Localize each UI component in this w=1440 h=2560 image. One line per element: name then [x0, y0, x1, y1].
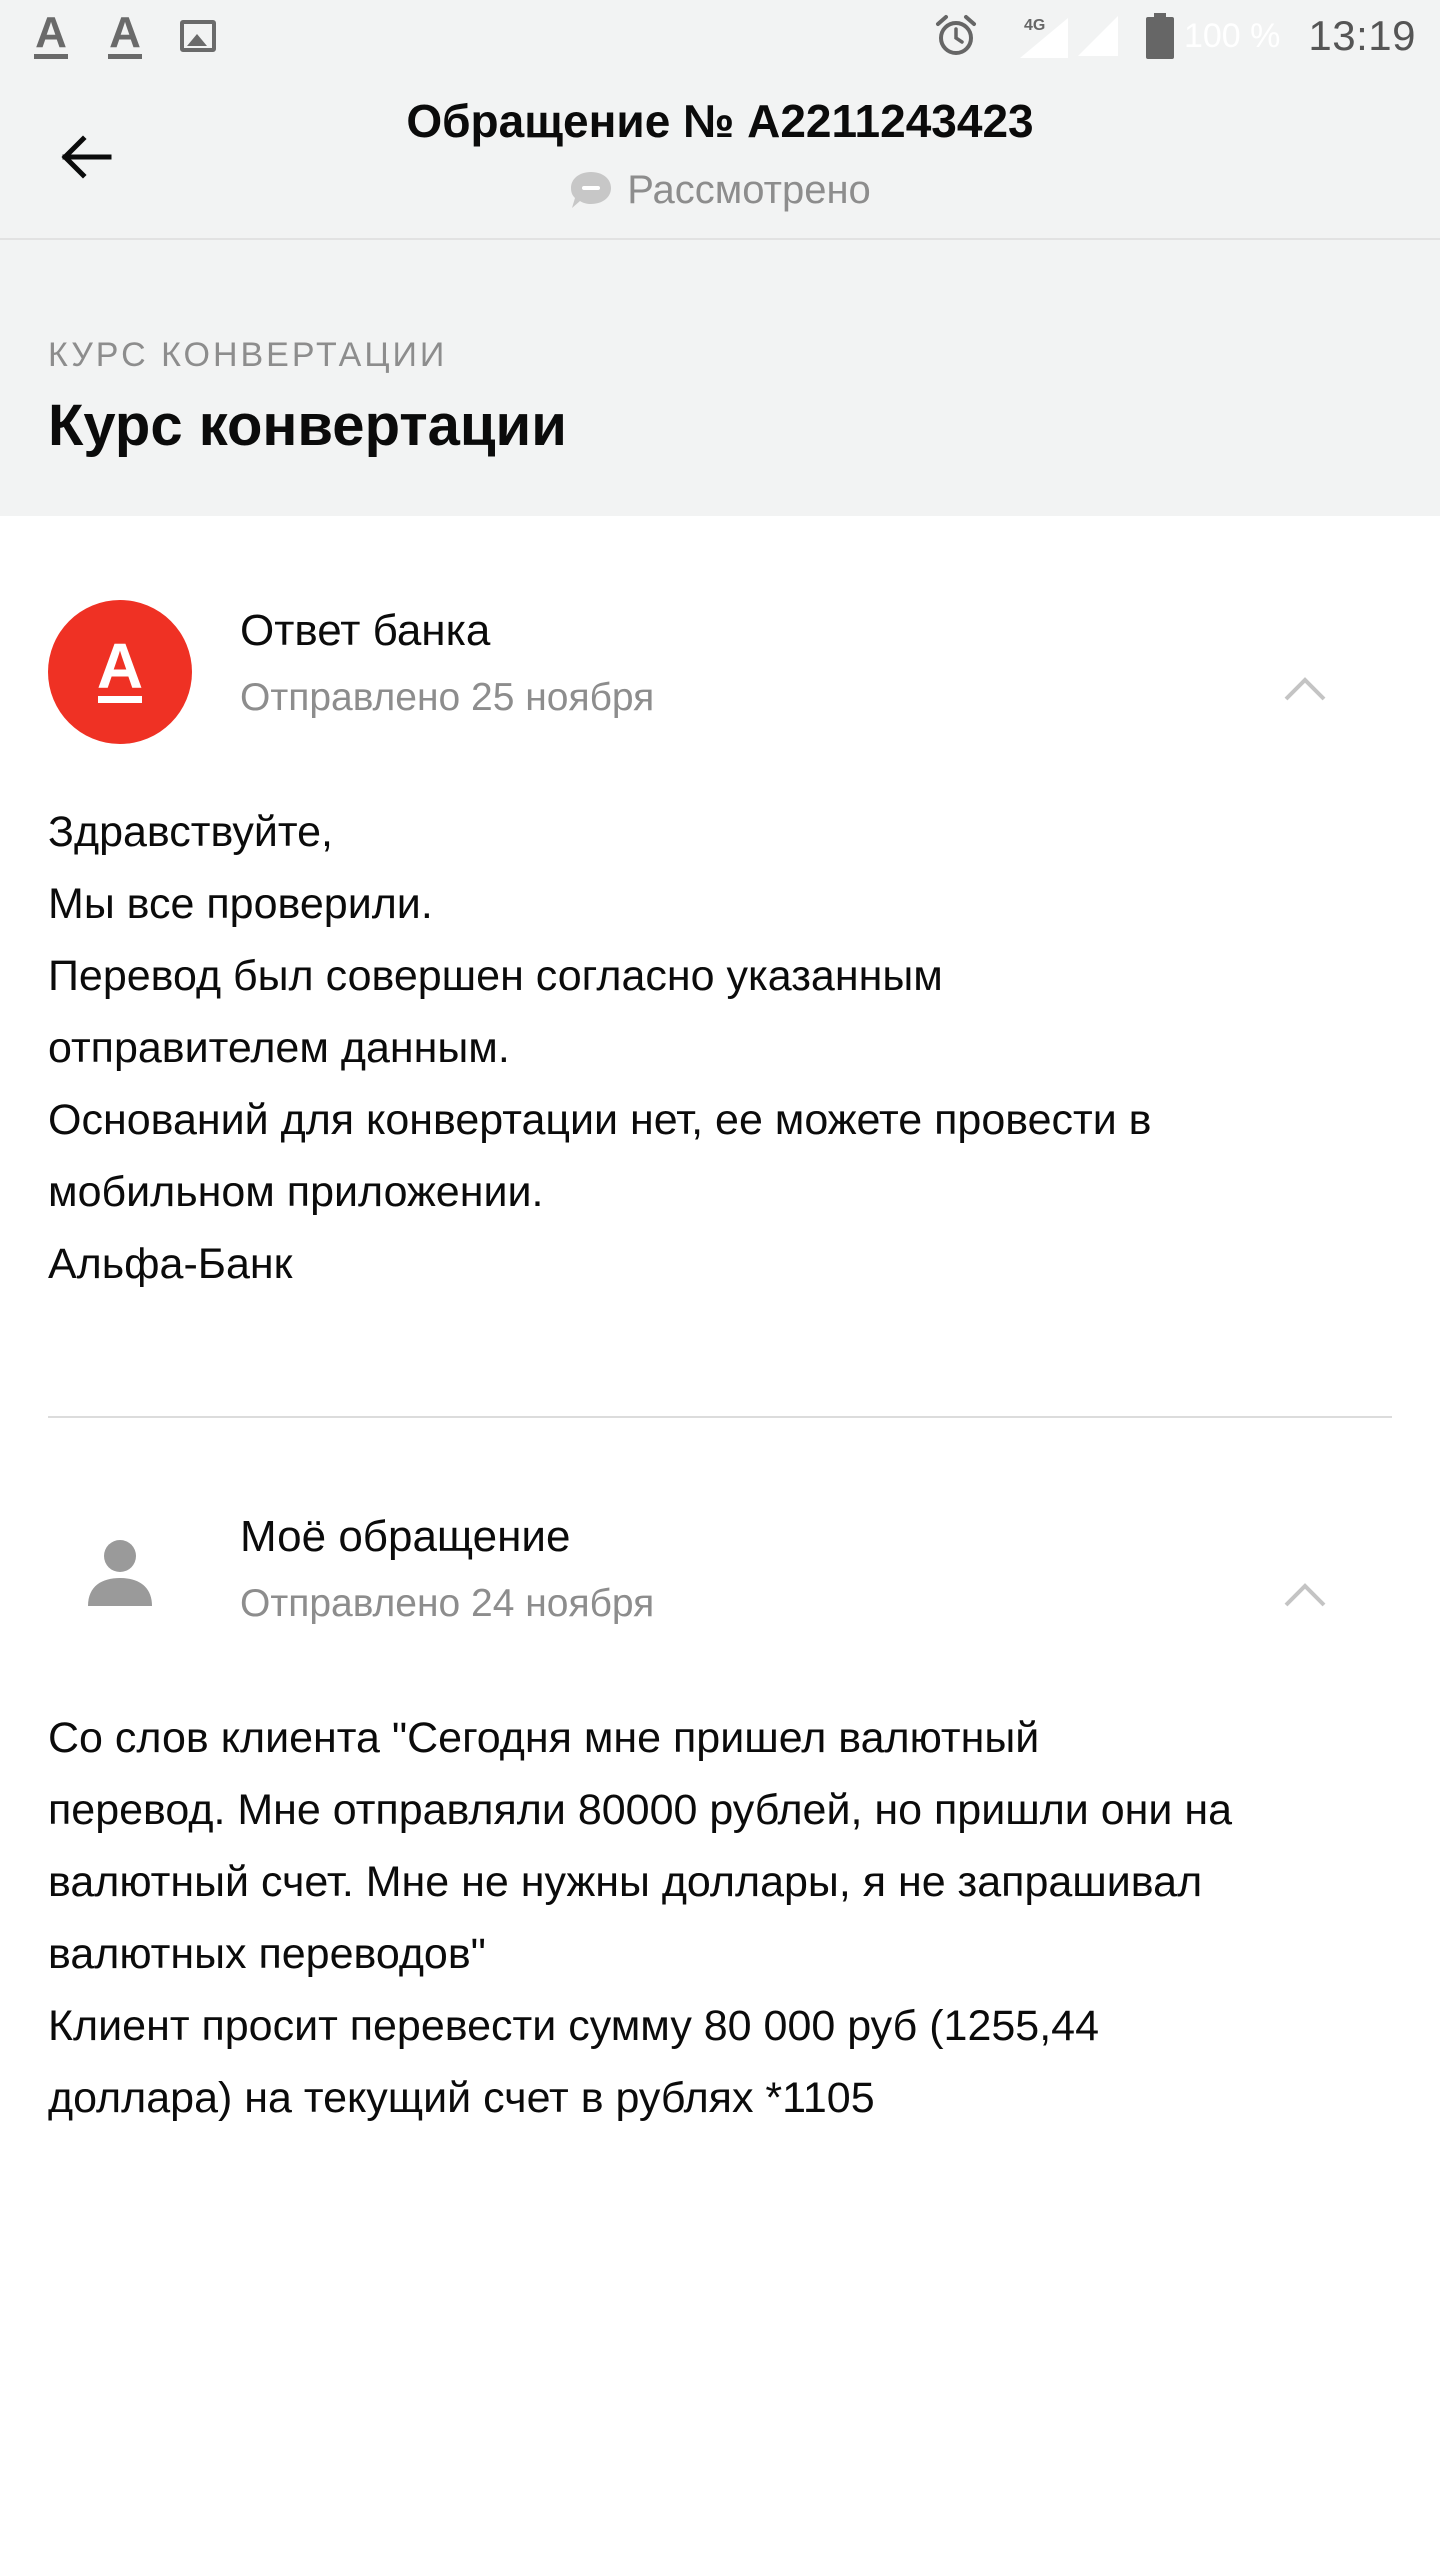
- battery-icon: [1145, 13, 1174, 59]
- svg-text:4G: 4G: [1024, 17, 1045, 34]
- image-icon: [180, 20, 216, 52]
- user-avatar-icon: [88, 1540, 152, 1606]
- alfa-bank-logo-icon: А: [97, 632, 143, 703]
- signal-4g-icon: 4G: [1006, 12, 1070, 60]
- message-line: Мы все проверили.: [48, 880, 433, 928]
- page-title: Обращение № A2211243423: [406, 95, 1034, 147]
- message-line: перевод. Мне отправляли 80000 рублей, но…: [48, 1786, 1233, 1834]
- message-author: Моё обращение: [240, 1512, 571, 1561]
- message-line: Здравствуйте,: [48, 808, 333, 856]
- request-status-label: Рассмотрено: [627, 168, 871, 212]
- collapse-button[interactable]: [1270, 664, 1340, 714]
- category-header: КУРС КОНВЕРТАЦИИ Курс конвертации: [0, 240, 1440, 516]
- message-line: валютных переводов": [48, 1930, 486, 1978]
- message-body: Со слов клиента "Сегодня мне пришел валю…: [48, 1702, 1392, 2134]
- message-body: Здравствуйте, Мы все проверили. Перевод …: [48, 796, 1392, 1300]
- message-date: Отправлено 24 ноября: [240, 1582, 655, 1625]
- message-line: доллара) на текущий счет в рублях *1105: [48, 2074, 875, 2122]
- message-line: Клиент просит перевести сумму 80 000 руб…: [48, 2002, 1099, 2050]
- battery-percent: 100 %: [1183, 16, 1281, 55]
- message-divider: [48, 1416, 1392, 1418]
- clock: 13:19: [1308, 12, 1416, 59]
- font-a-icon: A: [32, 11, 70, 59]
- chevron-up-icon: [1284, 1583, 1326, 1607]
- status-bar-system: 4G 100 % 13:19: [934, 0, 1416, 72]
- svg-text:А: А: [97, 632, 143, 702]
- message-date: Отправлено 25 ноября: [240, 676, 655, 719]
- request-status: Рассмотрено: [0, 168, 1440, 213]
- category-title: Курс конвертации: [48, 393, 567, 458]
- message-line: отправителем данным.: [48, 1024, 510, 1072]
- alarm-clock-icon: [935, 15, 976, 55]
- collapse-button[interactable]: [1270, 1570, 1340, 1620]
- message-line: Альфа-Банк: [48, 1240, 293, 1288]
- message-line: Перевод был совершен согласно указанным: [48, 952, 943, 1000]
- message-line: мобильном приложении.: [48, 1168, 544, 1216]
- category-label: КУРС КОНВЕРТАЦИИ: [48, 336, 448, 374]
- message-line: Со слов клиента "Сегодня мне пришел валю…: [48, 1714, 1040, 1762]
- message-line: Оснований для конвертации нет, ее можете…: [48, 1096, 1152, 1144]
- message-line: валютный счет. Мне не нужны доллары, я н…: [48, 1858, 1203, 1906]
- bank-logo-avatar: А: [48, 600, 192, 744]
- signal-strength-icon: [1077, 16, 1118, 56]
- status-bar: A A 4G 100 % 13:19: [0, 0, 1440, 72]
- chevron-up-icon: [1284, 677, 1326, 701]
- message-author: Ответ банка: [240, 606, 491, 655]
- status-bar-notifications: A A: [32, 10, 216, 62]
- font-a-icon: A: [106, 11, 144, 59]
- chat-bubble-icon: [571, 171, 612, 208]
- app-toolbar: Обращение № A2211243423 Рассмотрено: [0, 72, 1440, 240]
